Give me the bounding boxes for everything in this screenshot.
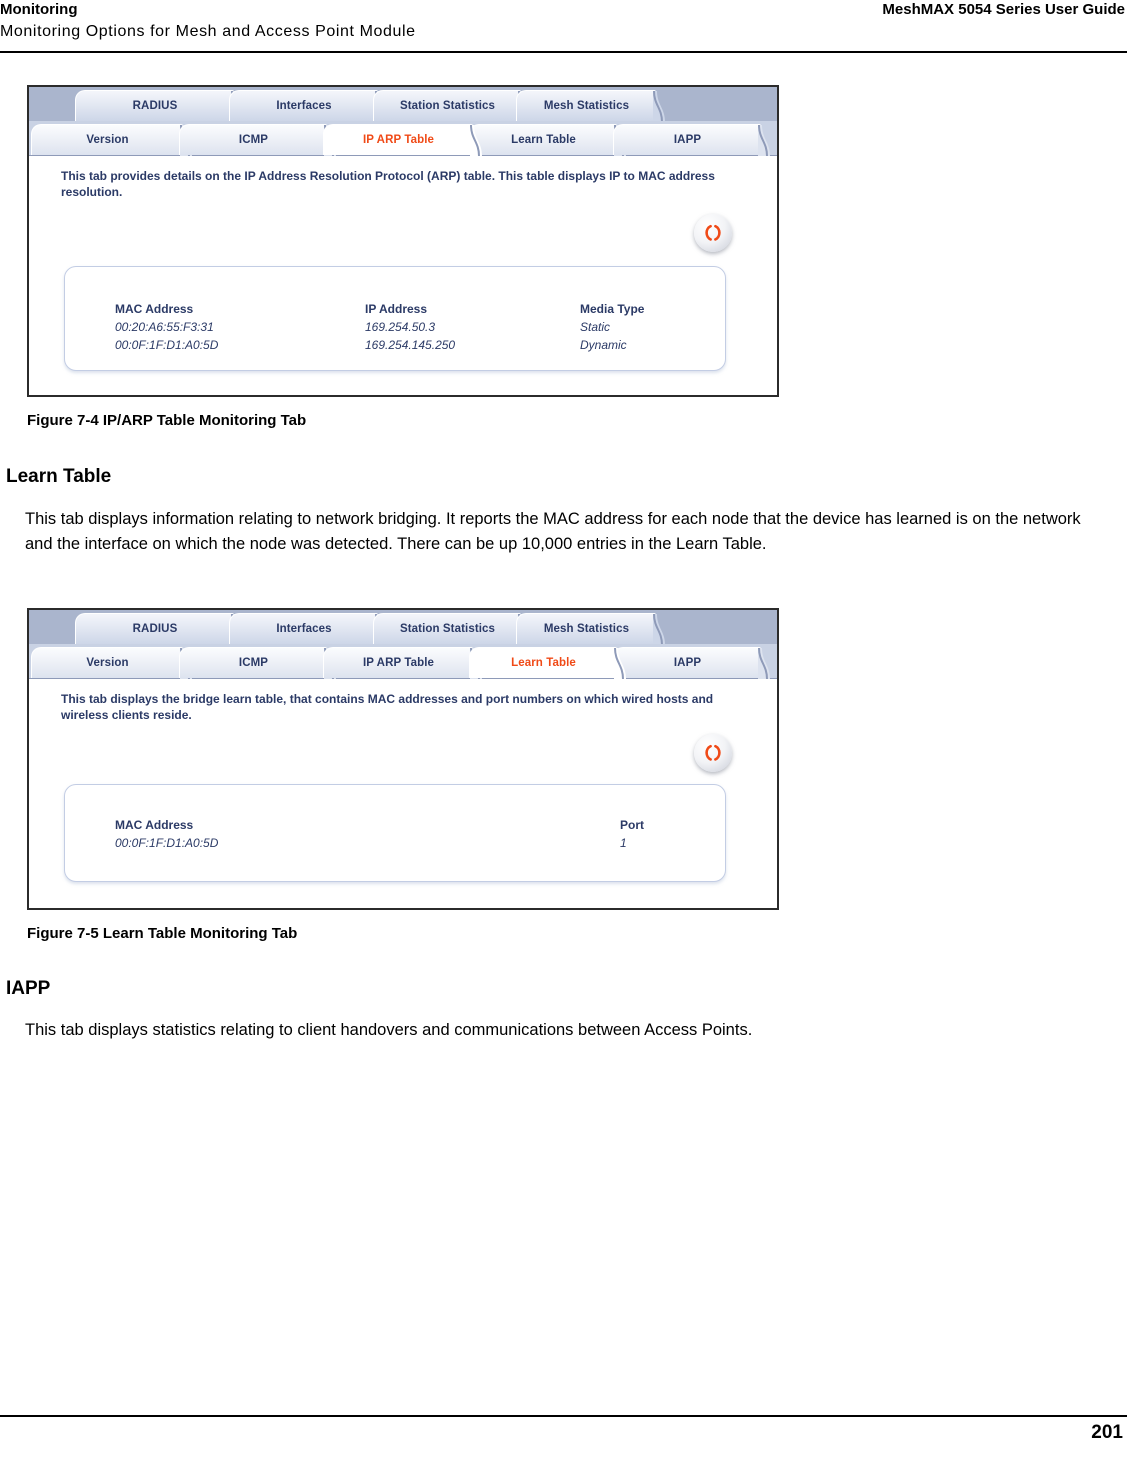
column-header-media-type: Media Type xyxy=(580,302,645,316)
tab-label: Mesh Statistics xyxy=(543,623,630,635)
header-right-title: MeshMAX 5054 Series User Guide xyxy=(882,1,1125,18)
tab-interfaces[interactable]: Interfaces xyxy=(229,613,387,646)
learn-table: MAC Address Port 00:0F:1F:D1:A0:5D 1 xyxy=(65,785,725,881)
tab-label: Version xyxy=(86,657,129,669)
tab-label: Station Statistics xyxy=(399,623,496,635)
section-heading-iapp: IAPP xyxy=(6,978,51,999)
refresh-icon xyxy=(705,224,721,241)
column-header-port: Port xyxy=(620,818,644,832)
tab-slant-icon xyxy=(653,90,669,123)
tab-strip: RADIUS Interfaces Station Statistics Mes… xyxy=(29,87,777,156)
tab-label: Interfaces xyxy=(276,623,332,635)
tab-label: Learn Table xyxy=(511,656,576,669)
tab-slant-icon xyxy=(758,124,774,156)
tab-icmp[interactable]: ICMP xyxy=(179,124,336,156)
table-row: 1 xyxy=(620,836,627,850)
refresh-button[interactable] xyxy=(694,734,732,772)
tab-label: IP ARP Table xyxy=(362,133,435,146)
tab-interfaces[interactable]: Interfaces xyxy=(229,90,387,123)
tab-learn-table[interactable]: Learn Table xyxy=(469,647,626,679)
tab-label: Interfaces xyxy=(276,100,332,112)
paragraph-learn-table: This tab displays information relating t… xyxy=(25,510,1081,553)
tab-version[interactable]: Version xyxy=(31,647,192,679)
column-header-ip-address: IP Address xyxy=(365,302,428,316)
panel-description-text: This tab provides details on the IP Addr… xyxy=(61,169,715,199)
table-row: 169.254.145.250 xyxy=(365,338,456,352)
tab-mesh-statistics[interactable]: Mesh Statistics xyxy=(516,613,665,646)
arp-table-card: MAC Address IP Address Media Type 00:20:… xyxy=(64,266,726,371)
tab-radius[interactable]: RADIUS xyxy=(75,613,243,646)
panel-description-text: This tab displays the bridge learn table… xyxy=(61,692,714,722)
header-left-title: Monitoring xyxy=(0,1,78,18)
tab-label: Version xyxy=(86,134,129,146)
figure-2-caption: Figure 7-5 Learn Table Monitoring Tab xyxy=(27,925,298,942)
tab-label: Station Statistics xyxy=(399,100,496,112)
tab-label: RADIUS xyxy=(132,623,178,635)
table-row: Dynamic xyxy=(580,338,627,352)
learn-table-card: MAC Address Port 00:0F:1F:D1:A0:5D 1 xyxy=(64,784,726,882)
tab-icmp[interactable]: ICMP xyxy=(179,647,336,679)
column-header-mac-address: MAC Address xyxy=(115,818,194,832)
tab-label: IAPP xyxy=(673,657,702,669)
tab-iapp[interactable]: IAPP xyxy=(613,124,770,156)
tab-label: Learn Table xyxy=(511,134,576,146)
table-row: 00:0F:1F:D1:A0:5D xyxy=(115,338,219,352)
tab-ip-arp-table[interactable]: IP ARP Table xyxy=(323,124,482,156)
panel-body: This tab displays the bridge learn table… xyxy=(29,679,777,908)
tab-strip: RADIUS Interfaces Station Statistics Mes… xyxy=(29,610,777,679)
refresh-icon xyxy=(705,744,721,761)
tab-station-statistics[interactable]: Station Statistics xyxy=(373,613,530,646)
tab-label: ICMP xyxy=(238,657,269,669)
page-running-header: Monitoring MeshMAX 5054 Series User Guid… xyxy=(0,0,1127,53)
tab-row-bottom: Version ICMP IP ARP Table Learn Table IA… xyxy=(29,121,777,156)
footer-divider-rule xyxy=(0,1415,1127,1417)
table-row: 169.254.50.3 xyxy=(365,320,436,334)
column-header-mac-address: MAC Address xyxy=(115,302,194,316)
tab-learn-table[interactable]: Learn Table xyxy=(469,124,626,156)
figure-ip-arp-table-screenshot: RADIUS Interfaces Station Statistics Mes… xyxy=(27,85,779,397)
tab-station-statistics[interactable]: Station Statistics xyxy=(373,90,530,123)
tab-label: Mesh Statistics xyxy=(543,100,630,112)
tab-label: ICMP xyxy=(238,134,269,146)
panel-body: This tab provides details on the IP Addr… xyxy=(29,156,777,395)
figure-1-caption: Figure 7-4 IP/ARP Table Monitoring Tab xyxy=(27,412,307,429)
figure-learn-table-screenshot: RADIUS Interfaces Station Statistics Mes… xyxy=(27,608,779,910)
table-row: Static xyxy=(580,320,611,334)
tab-label: IAPP xyxy=(673,134,702,146)
tab-row-top: RADIUS Interfaces Station Statistics Mes… xyxy=(29,87,777,123)
header-subtitle: Monitoring Options for Mesh and Access P… xyxy=(0,23,416,40)
tab-slant-icon xyxy=(758,647,774,679)
tab-row-top: RADIUS Interfaces Station Statistics Mes… xyxy=(29,610,777,646)
arp-table: MAC Address IP Address Media Type 00:20:… xyxy=(65,267,725,370)
tab-radius[interactable]: RADIUS xyxy=(75,90,243,123)
table-row: 00:0F:1F:D1:A0:5D xyxy=(115,836,219,850)
tab-label: RADIUS xyxy=(132,100,178,112)
tab-label: IP ARP Table xyxy=(362,657,435,669)
page-number: 201 xyxy=(1091,1422,1123,1443)
tab-ip-arp-table[interactable]: IP ARP Table xyxy=(323,647,482,679)
header-divider-rule xyxy=(0,51,1127,53)
table-row: 00:20:A6:55:F3:31 xyxy=(115,320,214,334)
paragraph-iapp: This tab displays statistics relating to… xyxy=(25,1021,753,1039)
tab-iapp[interactable]: IAPP xyxy=(613,647,770,679)
section-heading-learn-table: Learn Table xyxy=(6,466,112,487)
tab-row-bottom: Version ICMP IP ARP Table Learn Table IA… xyxy=(29,644,777,679)
tab-mesh-statistics[interactable]: Mesh Statistics xyxy=(516,90,665,123)
tab-slant-icon xyxy=(653,613,669,646)
tab-version[interactable]: Version xyxy=(31,124,192,156)
refresh-button[interactable] xyxy=(694,214,732,252)
